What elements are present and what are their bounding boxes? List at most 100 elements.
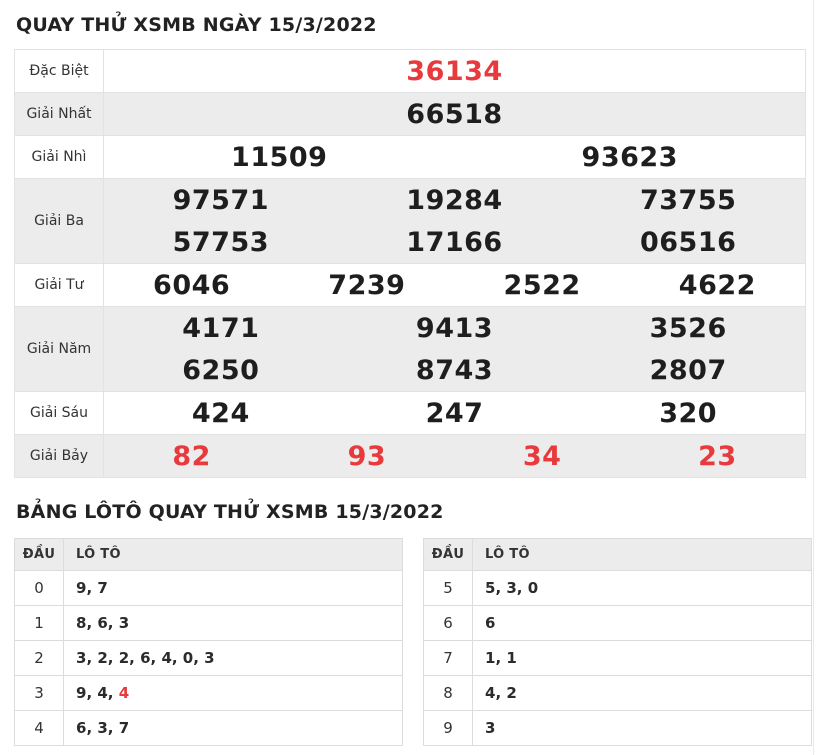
loto-number: 7 bbox=[118, 719, 130, 737]
loto-number: 6 bbox=[485, 614, 496, 632]
prize-row: Giải Nhì 11509 93623 bbox=[15, 136, 805, 179]
prize-row: Giải Năm 4171 9413 3526 6250 8743 2807 bbox=[15, 307, 805, 392]
prize-label: Giải Bảy bbox=[15, 435, 104, 477]
prize-line: 36134 bbox=[104, 50, 805, 92]
prize-results-table: Đặc Biệt 36134 Giải Nhất 66518 Giải Nhì 11509… bbox=[14, 49, 806, 478]
loto-number: 4 bbox=[161, 649, 172, 667]
prize-number: 93 bbox=[347, 440, 387, 472]
prize-values: 36134 bbox=[104, 50, 805, 92]
prize-number: 7239 bbox=[328, 269, 406, 301]
prize-number: 6250 bbox=[182, 354, 260, 386]
prize-row: Giải Tư 6046 7239 2522 4622 bbox=[15, 264, 805, 307]
dau-cell: 8 bbox=[423, 675, 473, 711]
loto-number: 3 bbox=[485, 719, 496, 737]
dau-cell: 1 bbox=[14, 605, 64, 641]
prize-label: Giải Nhất bbox=[15, 93, 104, 135]
loto-tables: ĐẦU LÔ TÔ 0 9, 7 1 8, 6, 3 2 3, 2, 2, 6, 4, 0… bbox=[14, 538, 812, 746]
prize-label: Giải Tư bbox=[15, 264, 104, 306]
prize-line: 4171 9413 3526 bbox=[104, 307, 805, 349]
prize-label: Giải Ba bbox=[15, 179, 104, 263]
loto-row: 5 5, 3, 0 bbox=[423, 570, 812, 606]
prize-values: 424 247 320 bbox=[104, 392, 805, 434]
prize-number: 06516 bbox=[639, 226, 737, 258]
loto-cell: 9, 7 bbox=[63, 570, 403, 606]
dau-cell: 7 bbox=[423, 640, 473, 676]
prize-number: 4171 bbox=[182, 312, 260, 344]
prize-number: 97571 bbox=[172, 184, 270, 216]
loto-row: 7 1, 1 bbox=[423, 640, 812, 676]
loto-section-title: BẢNG LÔTÔ QUAY THỬ XSMB 15/3/2022 bbox=[16, 501, 444, 523]
dau-column-header: ĐẦU bbox=[14, 538, 64, 571]
loto-row: 1 8, 6, 3 bbox=[14, 605, 403, 641]
loto-number: 6 bbox=[76, 719, 87, 737]
loto-number: 6 bbox=[140, 649, 151, 667]
dau-cell: 3 bbox=[14, 675, 64, 711]
loto-cell: 6, 3, 7 bbox=[63, 710, 403, 746]
prize-number: 9413 bbox=[415, 312, 494, 344]
loto-number: 2 bbox=[97, 649, 108, 667]
loto-table-left: ĐẦU LÔ TÔ 0 9, 7 1 8, 6, 3 2 3, 2, 2, 6, 4, 0… bbox=[14, 538, 403, 746]
prize-row: Giải Nhất 66518 bbox=[15, 93, 805, 136]
loto-row: 93 bbox=[423, 710, 812, 746]
loto-number: 3 bbox=[76, 649, 87, 667]
loto-number: 4 bbox=[97, 684, 108, 702]
prize-line: 424 247 320 bbox=[104, 392, 805, 434]
loto-table-right: ĐẦU LÔ TÔ 5 5, 3, 0 6 6 7 1, 1 8 4, 293 bbox=[423, 538, 812, 746]
loto-number: 7 bbox=[97, 579, 108, 597]
loto-table-body-1: 5 5, 3, 0 6 6 7 1, 1 8 4, 293 bbox=[423, 570, 812, 746]
loto-cell: 9, 4, 4 bbox=[63, 675, 403, 711]
loto-number: 0 bbox=[527, 579, 539, 597]
prize-label: Đặc Biệt bbox=[15, 50, 104, 92]
dau-cell: 2 bbox=[14, 640, 64, 676]
prize-number: 17166 bbox=[406, 226, 503, 258]
loto-cell: 5, 3, 0 bbox=[472, 570, 812, 606]
loto-number: 2 bbox=[118, 649, 130, 667]
loto-number: 3 bbox=[204, 649, 215, 667]
prize-values: 11509 93623 bbox=[104, 136, 805, 178]
prize-line: 11509 93623 bbox=[104, 136, 805, 178]
loto-cell: 3 bbox=[472, 710, 812, 746]
loto-header-row: ĐẦU LÔ TÔ bbox=[423, 538, 812, 571]
loto-cell: 6 bbox=[472, 605, 812, 641]
loto-number: 1 bbox=[506, 649, 517, 667]
prize-number: 23 bbox=[698, 440, 737, 472]
loto-number: 1 bbox=[485, 649, 496, 667]
loto-number: 9 bbox=[76, 684, 87, 702]
prize-number: 11509 bbox=[231, 141, 328, 173]
prize-number: 320 bbox=[659, 397, 718, 429]
prize-number: 82 bbox=[172, 440, 211, 472]
loto-number: 5 bbox=[485, 579, 496, 597]
dau-cell: 9 bbox=[423, 710, 473, 746]
dau-cell: 6 bbox=[423, 605, 473, 641]
prize-number: 247 bbox=[425, 397, 484, 429]
prize-values: 82 93 34 23 bbox=[104, 435, 805, 477]
prize-line: 66518 bbox=[104, 93, 805, 135]
loto-table-body-0: 0 9, 7 1 8, 6, 3 2 3, 2, 2, 6, 4, 0, 3 3 9, 4, … bbox=[14, 570, 403, 746]
page: QUAY THỬ XSMB NGÀY 15/3/2022 Đặc Biệt 361… bbox=[0, 0, 820, 755]
loto-number: 3 bbox=[118, 614, 130, 632]
prize-label: Giải Năm bbox=[15, 307, 104, 391]
prize-row: Giải Bảy 82 93 34 23 bbox=[15, 435, 805, 477]
prize-number: 8743 bbox=[415, 354, 494, 386]
dau-cell: 4 bbox=[14, 710, 64, 746]
loto-number: 2 bbox=[506, 684, 517, 702]
loto-header-row: ĐẦU LÔ TÔ bbox=[14, 538, 403, 571]
prize-values: 6046 7239 2522 4622 bbox=[104, 264, 805, 306]
prize-number: 3526 bbox=[649, 312, 727, 344]
prize-label: Giải Nhì bbox=[15, 136, 104, 178]
loto-cell: 8, 6, 3 bbox=[63, 605, 403, 641]
loto-row: 3 9, 4, 4 bbox=[14, 675, 403, 711]
loto-cell: 1, 1 bbox=[472, 640, 812, 676]
loto-row: 0 9, 7 bbox=[14, 570, 403, 606]
prize-number: 73755 bbox=[639, 184, 737, 216]
loto-number: 0 bbox=[182, 649, 194, 667]
prize-number: 2807 bbox=[649, 354, 727, 386]
prize-number: 424 bbox=[191, 397, 250, 429]
loto-row: 8 4, 2 bbox=[423, 675, 812, 711]
prize-row: Đặc Biệt 36134 bbox=[15, 50, 805, 93]
prize-number: 57753 bbox=[172, 226, 270, 258]
prize-line: 6046 7239 2522 4622 bbox=[104, 264, 805, 306]
page-title: QUAY THỬ XSMB NGÀY 15/3/2022 bbox=[16, 14, 377, 36]
page-right-edge bbox=[813, 0, 814, 755]
prize-number: 6046 bbox=[153, 269, 231, 301]
